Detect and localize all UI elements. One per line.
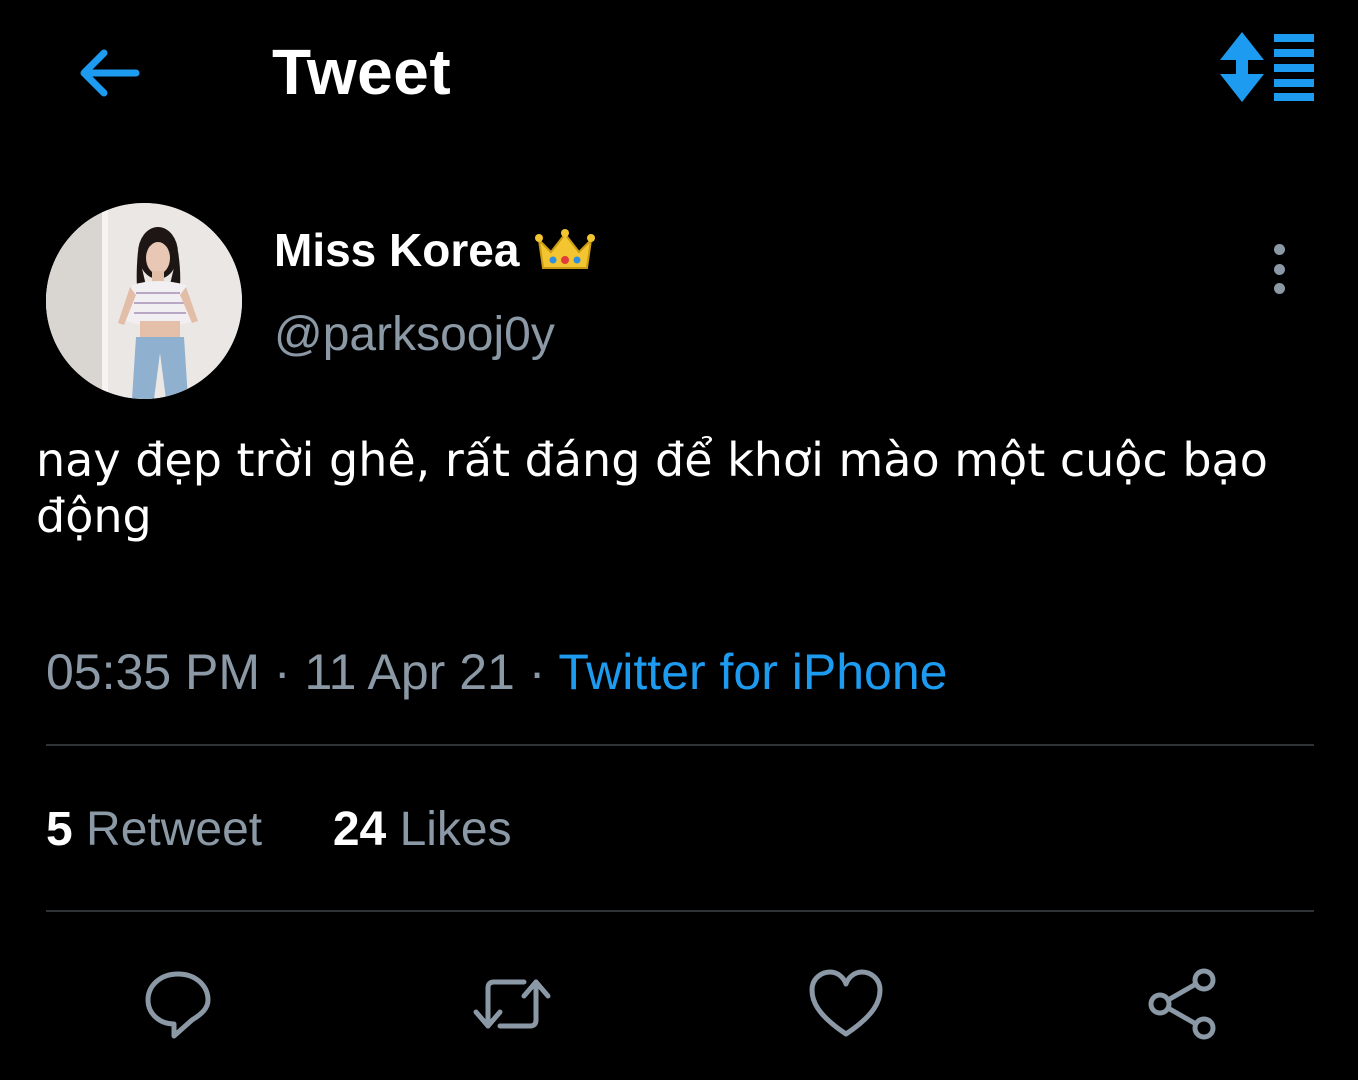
arrow-left-icon <box>80 49 140 97</box>
avatar-photo <box>46 203 242 399</box>
tweet-meta: 05:35 PM · 11 Apr 21 · Twitter for iPhon… <box>46 642 947 702</box>
engagement-stats: 5 Retweet 24 Likes <box>46 800 512 860</box>
tweet-time: 05:35 PM <box>46 644 261 700</box>
sort-button[interactable] <box>1216 30 1320 106</box>
retweets-label: Retweet <box>86 803 263 856</box>
author-handle[interactable]: @parksooj0y <box>274 305 555 365</box>
display-name[interactable]: Miss Korea <box>274 222 519 278</box>
crown-icon <box>535 229 596 269</box>
more-vertical-icon-dot <box>1273 283 1285 294</box>
retweets-stat[interactable]: 5 Retweet <box>46 803 275 856</box>
more-vertical-icon-dot <box>1273 263 1285 275</box>
back-button[interactable] <box>70 35 146 111</box>
meta-separator: · <box>273 644 291 700</box>
reply-icon <box>145 971 211 1039</box>
likes-stat[interactable]: 24 Likes <box>333 803 512 856</box>
divider <box>46 910 1314 912</box>
share-icon <box>1148 968 1216 1040</box>
more-vertical-icon <box>1273 244 1285 255</box>
tweet-date: 11 Apr 21 <box>304 644 515 700</box>
likes-count: 24 <box>332 803 387 856</box>
heart-icon <box>809 969 883 1037</box>
more-options-button[interactable] <box>1256 236 1302 302</box>
reply-button[interactable] <box>136 962 220 1046</box>
author-name-row: Miss Korea <box>274 222 596 278</box>
meta-separator: · <box>528 644 546 700</box>
page-title: Tweet <box>272 36 452 108</box>
retweet-button[interactable] <box>470 962 554 1046</box>
avatar[interactable] <box>46 203 242 399</box>
tweet-source-link[interactable]: Twitter for iPhone <box>558 644 947 700</box>
sort-list-icon <box>1220 32 1314 102</box>
share-button[interactable] <box>1140 962 1224 1046</box>
like-button[interactable] <box>804 962 888 1046</box>
likes-label: Likes <box>399 803 512 856</box>
retweet-icon <box>473 979 551 1029</box>
tweet-text: nay đẹp trời ghê, rất đáng để khơi mào m… <box>36 433 1268 543</box>
divider <box>46 744 1314 746</box>
retweets-count: 5 <box>46 803 73 856</box>
